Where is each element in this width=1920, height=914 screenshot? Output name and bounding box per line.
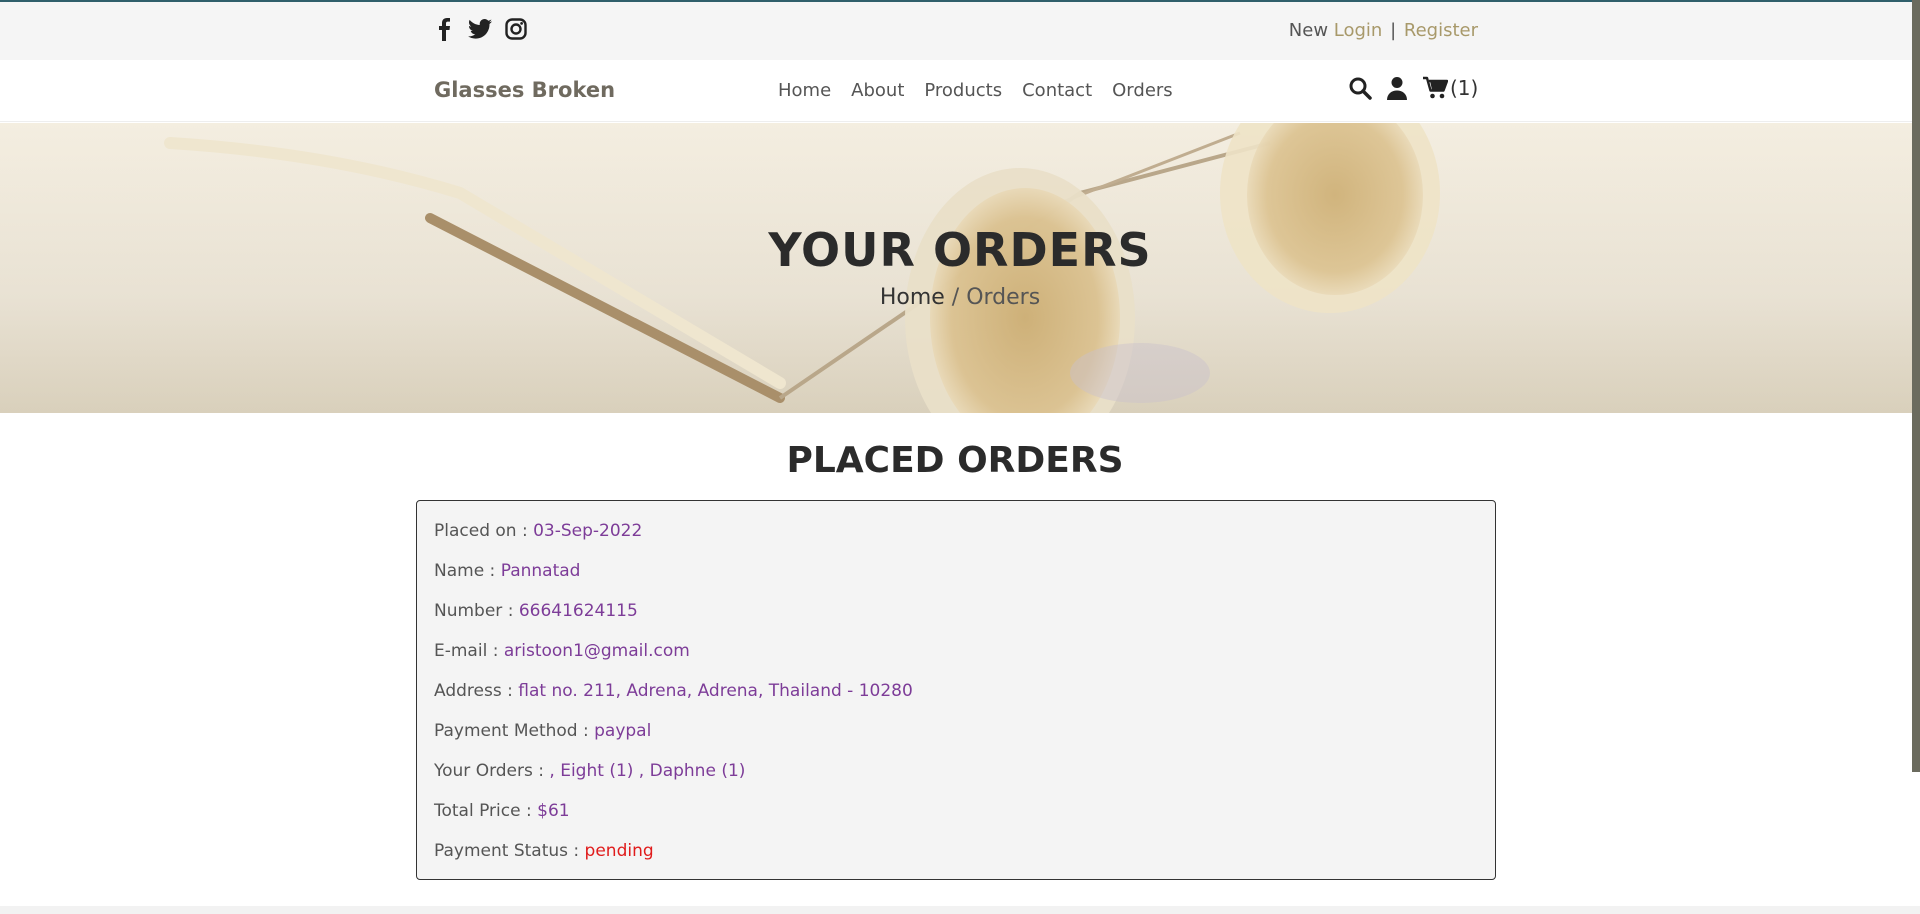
breadcrumb-home[interactable]: Home (880, 285, 945, 310)
order-value: 66641624115 (518, 601, 638, 621)
social-links (432, 16, 528, 42)
order-label: Payment Method : (434, 721, 595, 741)
order-row-placed-on: Placed on : 03-Sep-2022 (434, 519, 1478, 559)
new-label: New (1288, 20, 1329, 41)
order-label: Name : (434, 561, 501, 581)
login-link[interactable]: Login (1334, 20, 1383, 41)
order-label: E-mail : (434, 641, 504, 661)
order-label: Number : (434, 601, 519, 621)
main-navbar: Glasses Broken Home About Products Conta… (0, 60, 1920, 122)
cart-button[interactable]: (1) (1422, 76, 1478, 100)
nav-home[interactable]: Home (778, 80, 831, 101)
order-label: Payment Status : (434, 841, 585, 861)
breadcrumb-separator: / (944, 285, 967, 310)
order-value: aristoon1@gmail.com (503, 641, 690, 661)
cart-count: (1) (1450, 76, 1479, 100)
twitter-icon[interactable] (468, 16, 492, 42)
order-row-payment-status: Payment Status : pending (434, 839, 1478, 879)
register-link[interactable]: Register (1404, 20, 1478, 41)
scrollbar[interactable] (1912, 0, 1920, 772)
search-icon[interactable] (1348, 76, 1372, 100)
nav-products[interactable]: Products (924, 80, 1002, 101)
order-value: , Eight (1) , Daphne (1) (549, 761, 746, 781)
cart-icon (1422, 76, 1448, 100)
nav-icons: (1) (1348, 76, 1478, 100)
section-title: PLACED ORDERS (786, 440, 1124, 481)
page-title: YOUR ORDERS (768, 223, 1152, 277)
main-menu: Home About Products Contact Orders (778, 80, 1173, 101)
footer-strip (0, 906, 1920, 914)
order-value: 03-Sep-2022 (533, 521, 643, 541)
order-value: flat no. 211, Adrena, Adrena, Thailand -… (518, 681, 913, 701)
order-row-address: Address : flat no. 211, Adrena, Adrena, … (434, 679, 1478, 719)
order-row-total-price: Total Price : $61 (434, 799, 1478, 839)
instagram-icon[interactable] (504, 16, 528, 42)
nav-about[interactable]: About (851, 80, 904, 101)
facebook-icon[interactable] (432, 16, 456, 42)
breadcrumb: Home / Orders (0, 285, 1920, 310)
top-bar: New Login | Register (0, 0, 1920, 60)
order-value: $61 (537, 801, 570, 821)
hero-banner: YOUR ORDERS Home / Orders (0, 123, 1920, 413)
nav-contact[interactable]: Contact (1022, 80, 1092, 101)
order-label: Total Price : (434, 801, 538, 821)
order-label: Placed on : (434, 521, 534, 541)
order-row-email: E-mail : aristoon1@gmail.com (434, 639, 1478, 679)
user-icon[interactable] (1386, 76, 1408, 100)
order-label: Address : (434, 681, 519, 701)
brand-logo[interactable]: Glasses Broken (434, 78, 615, 102)
order-row-items: Your Orders : , Eight (1) , Daphne (1) (434, 759, 1478, 799)
order-value: Pannatad (500, 561, 581, 581)
breadcrumb-current: Orders (966, 285, 1041, 310)
nav-orders[interactable]: Orders (1112, 80, 1173, 101)
payment-status-badge: pending (584, 841, 654, 861)
order-row-name: Name : Pannatad (434, 559, 1478, 599)
account-links: New Login | Register (1289, 20, 1478, 41)
account-separator: | (1390, 20, 1397, 41)
order-row-payment-method: Payment Method : paypal (434, 719, 1478, 759)
order-label: Your Orders : (434, 761, 550, 781)
order-value: paypal (594, 721, 652, 741)
order-row-number: Number : 66641624115 (434, 599, 1478, 639)
order-card: Placed on : 03-Sep-2022 Name : Pannatad … (416, 500, 1496, 880)
